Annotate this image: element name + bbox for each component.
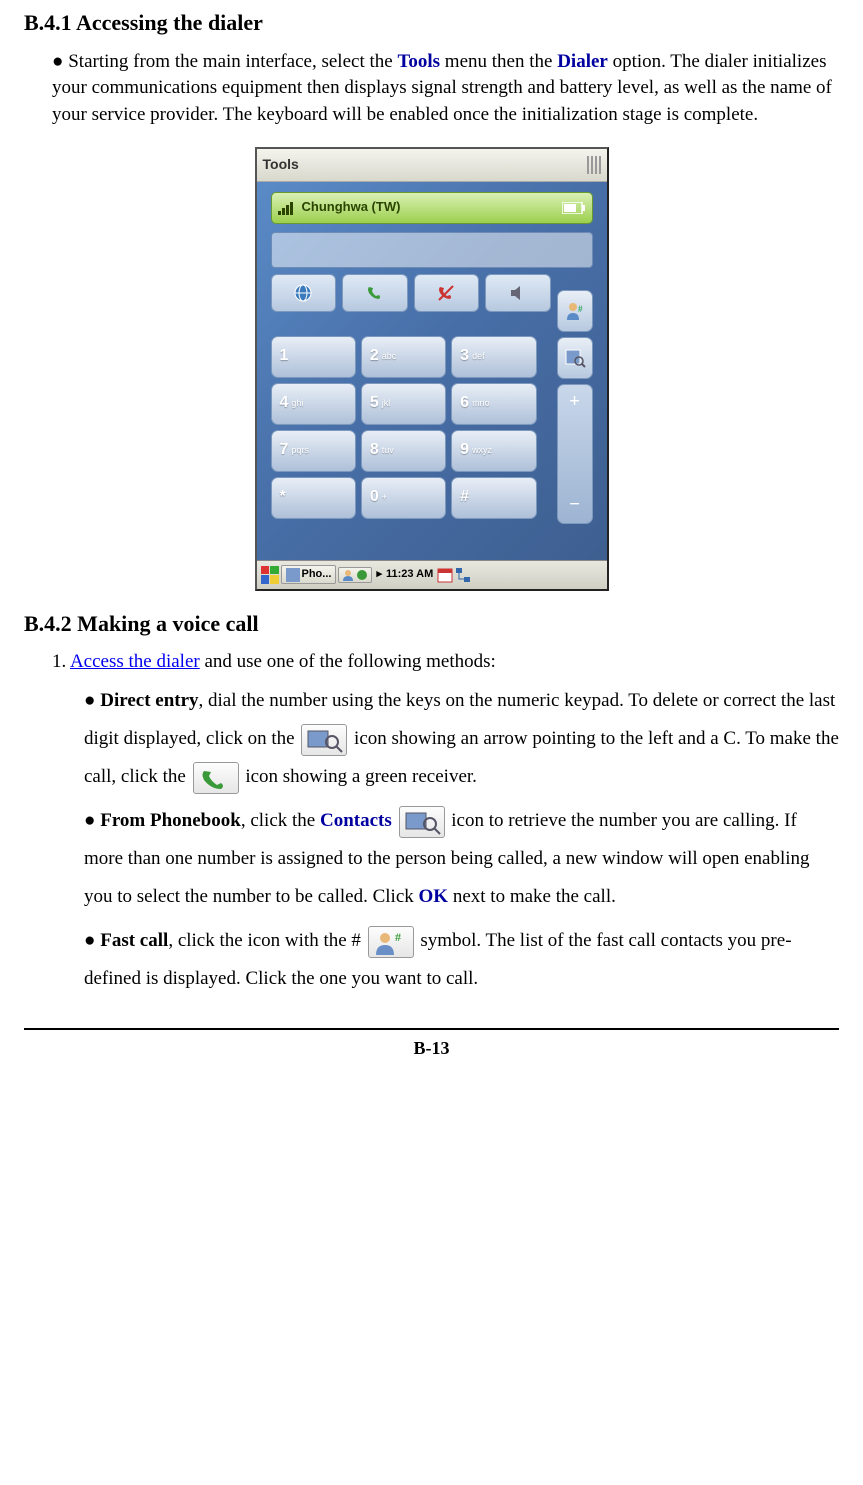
plus-icon: + <box>569 389 580 416</box>
dialer-screenshot: Tools Chunghwa (TW) 1 2abc 3def 4ghi 5jk… <box>255 147 609 591</box>
side-column: # + − <box>557 290 593 524</box>
text: 1. <box>52 651 70 672</box>
text: , click the icon with the # <box>168 930 365 951</box>
key-2[interactable]: 2abc <box>361 336 446 378</box>
contacts-icon <box>399 806 445 838</box>
titlebar-grip-icon <box>587 156 601 174</box>
step-1-intro: 1. Access the dialer and use one of the … <box>24 649 839 676</box>
status-bar: Chunghwa (TW) <box>271 192 593 224</box>
pda-taskbar: Pho... ▸ 11:23 AM <box>257 560 607 589</box>
text <box>392 810 397 831</box>
svg-text:#: # <box>578 304 583 314</box>
bullet-direct-entry: ● Direct entry, dial the number using th… <box>24 682 839 796</box>
tray-globe-icon <box>356 569 368 581</box>
bullet-marker: ● <box>84 690 100 711</box>
tray-network-icon <box>455 567 471 583</box>
text: and use one of the following methods: <box>200 651 496 672</box>
key-hash[interactable]: # <box>451 477 536 519</box>
carrier-label: Chunghwa (TW) <box>302 198 556 216</box>
taskbar-tray[interactable] <box>338 567 372 583</box>
section-heading-b42: B.4.2 Making a voice call <box>24 609 839 640</box>
fastcall-hash-icon: # <box>368 926 414 958</box>
key-0[interactable]: 0+ <box>361 477 446 519</box>
taskbar-clock: 11:23 AM <box>386 567 433 582</box>
key-1[interactable]: 1 <box>271 336 356 378</box>
key-8[interactable]: 8tuv <box>361 430 446 472</box>
volume-slider[interactable]: + − <box>557 384 593 524</box>
label-contacts: Contacts <box>320 810 392 831</box>
pda-window-title: Tools <box>263 155 299 175</box>
text: next to make the call. <box>448 886 616 907</box>
key-7[interactable]: 7pqrs <box>271 430 356 472</box>
taskbar-app-pho[interactable]: Pho... <box>281 565 337 584</box>
number-display <box>271 232 593 268</box>
app-icon <box>286 568 300 582</box>
contacts-search-icon <box>564 347 586 369</box>
keypad-area: 1 2abc 3def 4ghi 5jkl 6mno 7pqrs 8tuv 9w… <box>257 282 551 519</box>
green-receiver-icon <box>193 762 239 794</box>
person-hash-icon: # <box>564 300 586 322</box>
key-6[interactable]: 6mno <box>451 383 536 425</box>
pda-body: Chunghwa (TW) 1 2abc 3def 4ghi 5jkl 6mno… <box>257 182 607 560</box>
text: ● Starting from the main interface, sele… <box>52 51 397 72</box>
tray-person-icon <box>342 569 354 581</box>
start-flag-icon[interactable] <box>261 566 279 584</box>
bullet-fast-call: ● Fast call, click the icon with the # #… <box>24 922 839 998</box>
key-star[interactable]: * <box>271 477 356 519</box>
taskbar-app-label: Pho... <box>302 567 332 582</box>
menu-name-tools: Tools <box>397 51 440 72</box>
text: , click the <box>241 810 320 831</box>
label-from-phonebook: From Phonebook <box>100 810 241 831</box>
label-fast-call: Fast call <box>100 930 168 951</box>
section-heading-b41: B.4.1 Accessing the dialer <box>24 8 839 39</box>
footer-rule <box>24 1028 839 1030</box>
bullet-marker: ● <box>84 810 100 831</box>
battery-icon <box>562 202 586 214</box>
minus-icon: − <box>569 492 580 519</box>
key-4[interactable]: 4ghi <box>271 383 356 425</box>
pda-window-titlebar: Tools <box>257 149 607 182</box>
delete-search-icon <box>301 724 347 756</box>
svg-text:#: # <box>395 930 401 944</box>
text: icon showing a green receiver. <box>245 766 477 787</box>
link-access-the-dialer[interactable]: Access the dialer <box>70 651 200 672</box>
contacts-side-button[interactable] <box>557 337 593 379</box>
key-5[interactable]: 5jkl <box>361 383 446 425</box>
bullet-marker: ● <box>84 930 100 951</box>
signal-icon <box>278 201 296 215</box>
label-ok: OK <box>419 886 449 907</box>
tray-calendar-icon <box>437 567 453 583</box>
bullet-accessing-dialer: ● Starting from the main interface, sele… <box>24 49 839 129</box>
fastcall-side-button[interactable]: # <box>557 290 593 332</box>
bullet-from-phonebook: ● From Phonebook, click the Contacts ico… <box>24 802 839 916</box>
numeric-keypad: 1 2abc 3def 4ghi 5jkl 6mno 7pqrs 8tuv 9w… <box>271 336 537 519</box>
key-9[interactable]: 9wxyz <box>451 430 536 472</box>
text: menu then the <box>440 51 557 72</box>
key-3[interactable]: 3def <box>451 336 536 378</box>
page-number: B-13 <box>24 1036 839 1061</box>
option-name-dialer: Dialer <box>557 51 608 72</box>
label-direct-entry: Direct entry <box>100 690 198 711</box>
